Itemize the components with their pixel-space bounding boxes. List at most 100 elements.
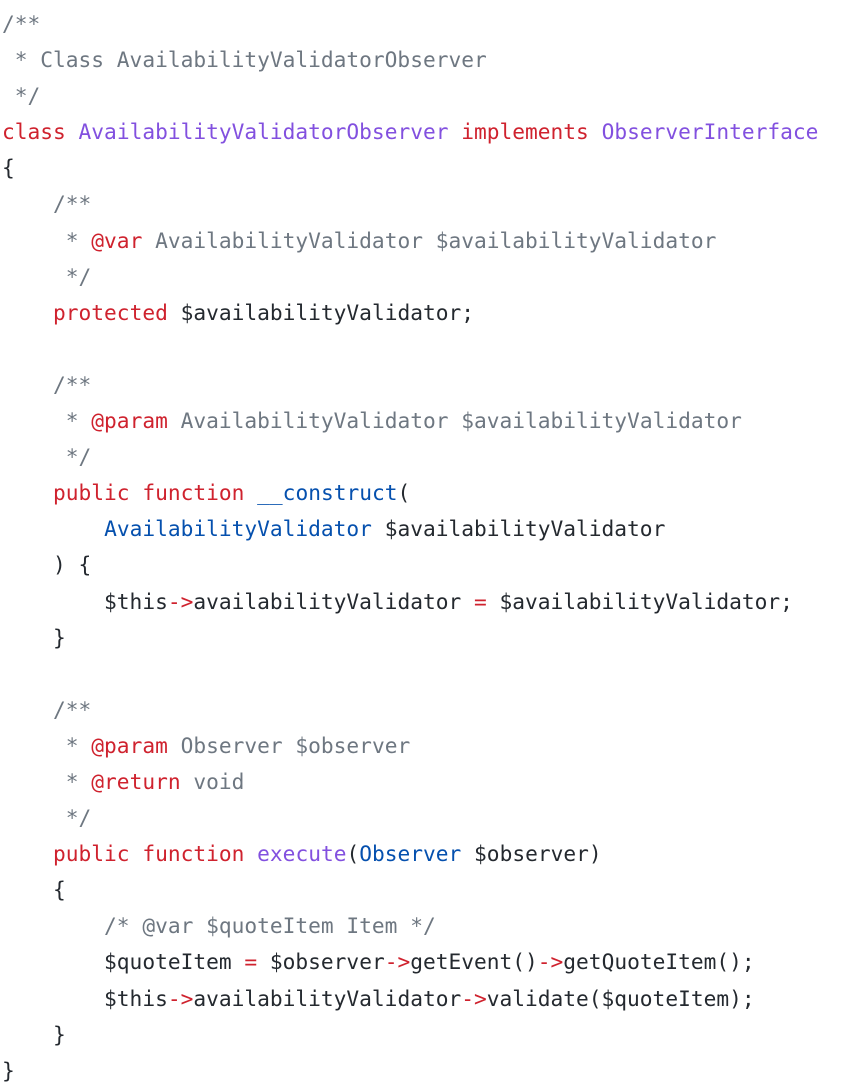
code-line: public function __construct( <box>2 475 818 511</box>
code-token-type: Observer <box>359 841 462 867</box>
code-line: * Class AvailabilityValidatorObserver <box>2 42 818 78</box>
code-token-title: execute <box>257 841 347 867</box>
code-token-plain: { <box>2 155 15 181</box>
code-token-type: AvailabilityValidator <box>104 516 372 542</box>
code-token-keyword: -> <box>537 949 564 975</box>
code-token-comment: * <box>2 408 92 434</box>
code-token-title: AvailabilityValidatorObserver <box>78 119 449 145</box>
code-token-comment: /** <box>2 696 92 722</box>
code-token-plain: ) { <box>2 552 92 578</box>
code-token-keyword: @param <box>91 408 168 434</box>
code-token-comment: * Class AvailabilityValidatorObserver <box>2 47 487 73</box>
code-line: protected $availabilityValidator; <box>2 295 818 331</box>
code-token-type: __construct <box>257 480 398 506</box>
code-line: class AvailabilityValidatorObserver impl… <box>2 114 818 150</box>
code-line: */ <box>2 439 818 475</box>
code-line: /** <box>2 186 818 222</box>
code-token-keyword: @return <box>91 768 181 794</box>
code-line: ) { <box>2 547 818 583</box>
code-token-comment: AvailabilityValidator $availabilityValid… <box>142 227 717 253</box>
code-line: } <box>2 1053 818 1089</box>
code-token-plain: availabilityValidator <box>193 588 474 614</box>
code-token-plain: $observer <box>257 949 385 975</box>
code-token-plain: availabilityValidator <box>193 985 462 1011</box>
code-token-comment: * <box>2 768 92 794</box>
code-line: */ <box>2 800 818 836</box>
code-token-title: ObserverInterface <box>601 119 819 145</box>
code-token-comment: AvailabilityValidator $availabilityValid… <box>167 408 742 434</box>
code-line: { <box>2 872 818 908</box>
code-token-plain: } <box>2 1021 66 1047</box>
code-token-keyword: protected <box>53 299 168 325</box>
code-token-plain: getQuoteItem(); <box>563 949 755 975</box>
code-line: /** <box>2 6 818 42</box>
code-token-keyword: function <box>142 841 245 867</box>
code-line: $this->availabilityValidator = $availabi… <box>2 584 818 620</box>
code-line: * @var AvailabilityValidator $availabili… <box>2 223 818 259</box>
code-token-keyword: -> <box>167 985 194 1011</box>
code-token-plain: } <box>2 1057 15 1083</box>
code-token-plain: $availabilityValidator; <box>486 588 793 614</box>
code-token-keyword: @param <box>91 732 168 758</box>
code-token-plain: $observer) <box>461 841 602 867</box>
code-token-comment: */ <box>2 444 92 470</box>
code-token-plain: } <box>2 624 66 650</box>
code-token-keyword: -> <box>167 588 194 614</box>
code-token-plain: getEvent() <box>410 949 538 975</box>
code-line: * @param Observer $observer <box>2 728 818 764</box>
code-token-keyword: implements <box>461 119 589 145</box>
code-token-comment: * <box>2 227 92 253</box>
code-token-plain: validate($quoteItem); <box>486 985 755 1011</box>
code-token-comment: * <box>2 732 92 758</box>
code-line: * @param AvailabilityValidator $availabi… <box>2 403 818 439</box>
code-line: */ <box>2 259 818 295</box>
code-line: $this->availabilityValidator->validate($… <box>2 981 818 1017</box>
code-line: /** <box>2 367 818 403</box>
code-token-keyword: -> <box>384 949 411 975</box>
code-token-keyword: = <box>473 588 487 614</box>
code-line: $quoteItem = $observer->getEvent()->getQ… <box>2 944 818 980</box>
code-line: } <box>2 620 818 656</box>
code-token-comment: */ <box>2 263 92 289</box>
code-token-comment: */ <box>2 83 41 109</box>
code-line: * @return void <box>2 764 818 800</box>
code-line: } <box>2 1017 818 1053</box>
code-token-plain: ( <box>346 841 360 867</box>
code-token-keyword: -> <box>461 985 487 1011</box>
code-token-comment: void <box>180 768 245 794</box>
code-token-comment: /* @var $quoteItem Item */ <box>2 913 436 939</box>
code-line: AvailabilityValidator $availabilityValid… <box>2 511 818 547</box>
code-token-keyword: = <box>244 949 258 975</box>
code-token-keyword: class <box>2 119 66 145</box>
code-line: */ <box>2 78 818 114</box>
code-line: /* @var $quoteItem Item */ <box>2 908 818 944</box>
code-token-plain: $this <box>2 588 168 614</box>
code-token-comment: */ <box>2 805 92 831</box>
code-token-plain: { <box>2 877 66 903</box>
code-token-comment: Observer $observer <box>167 732 411 758</box>
code-token-plain: $quoteItem <box>2 949 245 975</box>
code-token-plain: $availabilityValidator <box>371 516 666 542</box>
code-token-plain: ( <box>397 480 411 506</box>
code-line: { <box>2 150 818 186</box>
code-token-plain: $this <box>2 985 168 1011</box>
code-token-comment: /** <box>2 191 92 217</box>
code-token-plain: $availabilityValidator; <box>167 299 474 325</box>
code-line: public function execute(Observer $observ… <box>2 836 818 872</box>
code-token-keyword: function <box>142 480 245 506</box>
code-token-comment: /** <box>2 11 41 36</box>
code-line: /** <box>2 692 818 728</box>
code-token-keyword: @var <box>91 227 143 253</box>
code-token-comment: /** <box>2 371 92 397</box>
